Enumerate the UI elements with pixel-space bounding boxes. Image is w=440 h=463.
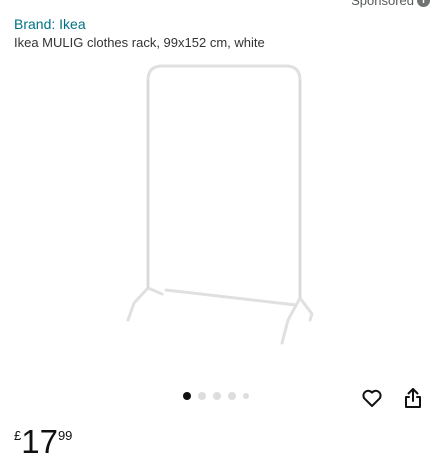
carousel-dot[interactable] <box>183 392 191 400</box>
price-fraction: 99 <box>57 428 73 443</box>
brand-link[interactable]: Brand: Ikea <box>14 16 86 32</box>
carousel-dot[interactable] <box>198 392 206 400</box>
carousel-dot[interactable] <box>213 392 221 400</box>
price: £ 17 99 <box>14 425 72 458</box>
sponsored-label[interactable]: Sponsored i <box>351 0 430 8</box>
carousel-dot[interactable] <box>228 392 236 400</box>
sponsored-text: Sponsored <box>351 0 414 8</box>
carousel-indicator[interactable] <box>183 392 249 400</box>
share-icon[interactable] <box>401 386 425 410</box>
product-image[interactable] <box>110 58 330 358</box>
product-title: Ikea MULIG clothes rack, 99x152 cm, whit… <box>14 35 265 50</box>
price-whole: 17 <box>21 423 58 460</box>
carousel-dot[interactable] <box>243 393 249 399</box>
info-icon[interactable]: i <box>417 0 430 7</box>
heart-icon[interactable] <box>360 386 384 410</box>
price-currency: £ <box>14 428 22 443</box>
